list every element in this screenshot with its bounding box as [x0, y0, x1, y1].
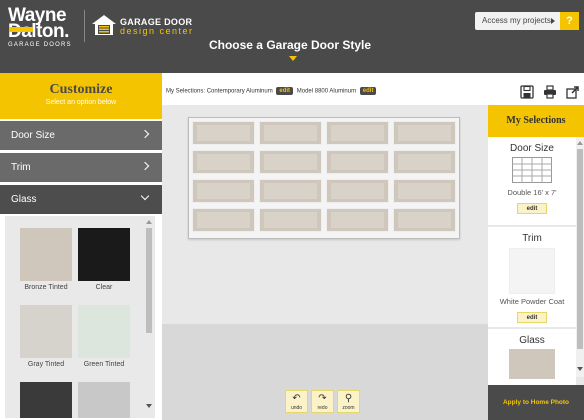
logo-divider [84, 10, 85, 42]
chevron-down-icon [140, 191, 150, 201]
glass-swatch-list: Bronze Tinted Clear Gray Tinted Green Ti… [5, 216, 155, 418]
garage-door-preview[interactable] [188, 117, 460, 239]
door-pane [326, 121, 389, 145]
door-pane [192, 150, 255, 174]
customize-title: Customize [49, 82, 113, 97]
option-label: Glass [11, 194, 37, 205]
redo-label: redo [317, 405, 328, 411]
undo-icon: ↶ [292, 393, 301, 404]
edit-door-size-button[interactable]: edit [517, 203, 547, 214]
swatch-bronze-tinted[interactable] [20, 228, 72, 281]
selection-card-door-size: Door Size Double 16' x 7' edit [488, 137, 576, 225]
chevron-right-icon [140, 129, 150, 139]
door-pane [192, 121, 255, 145]
door-pane [393, 208, 456, 232]
selection-style: Contemporary Aluminum [206, 88, 273, 95]
door-pane [259, 121, 322, 145]
option-label: Trim [11, 162, 31, 173]
access-projects-button[interactable]: Access my projects [475, 12, 565, 30]
door-pane [192, 179, 255, 203]
design-center-line2: design center [120, 26, 194, 36]
undo-label: undo [290, 405, 303, 411]
caret-right-icon [551, 18, 555, 24]
save-icon[interactable] [520, 85, 534, 99]
door-preview-stage [162, 105, 488, 420]
card-title: Trim [522, 233, 542, 244]
customize-panel: Customize Select an option below Door Si… [0, 73, 162, 420]
scroll-down-icon[interactable] [146, 404, 152, 408]
edit-trim-button[interactable]: edit [517, 312, 547, 323]
customize-subtitle: Select an option below [45, 99, 117, 106]
scroll-up-icon[interactable] [146, 220, 152, 224]
scroll-thumb[interactable] [577, 149, 583, 349]
door-pane [393, 150, 456, 174]
door-pane [393, 121, 456, 145]
card-title: Glass [519, 335, 545, 346]
share-icon[interactable] [566, 85, 580, 99]
print-icon[interactable] [543, 85, 557, 99]
scroll-thumb[interactable] [146, 228, 152, 333]
card-value: Double 16' x 7' [507, 188, 557, 197]
selections-bar: My Selections: Contemporary Aluminum edi… [162, 73, 488, 105]
title-caret-icon[interactable] [289, 56, 297, 61]
card-title: Door Size [510, 143, 554, 154]
redo-button[interactable]: ↷ redo [311, 390, 334, 413]
selection-card-glass: Glass [488, 329, 576, 385]
swatch-green-tinted[interactable] [78, 305, 130, 358]
swatch-label: Green Tinted [83, 361, 125, 368]
option-trim[interactable]: Trim [0, 153, 162, 182]
apply-to-home-photo-button[interactable]: Apply to Home Photo [488, 385, 584, 420]
door-pane [192, 208, 255, 232]
swatch-light[interactable] [78, 382, 130, 418]
brand-tagline: GARAGE DOORS [8, 42, 72, 48]
my-selections-panel: My Selections Door Size Double 16' x 7' … [488, 105, 584, 420]
undo-button[interactable]: ↶ undo [285, 390, 308, 413]
scroll-up-icon[interactable] [577, 141, 583, 145]
swatch-dark[interactable] [20, 382, 72, 418]
access-projects-label: Access my projects [482, 16, 551, 25]
door-pane [326, 179, 389, 203]
selections-scrollbar[interactable] [576, 137, 584, 377]
door-pane [259, 208, 322, 232]
door-pane [326, 150, 389, 174]
option-door-size[interactable]: Door Size [0, 121, 162, 150]
door-size-thumbnail [512, 157, 552, 183]
door-pane [259, 179, 322, 203]
option-glass[interactable]: Glass [0, 185, 162, 214]
garage-house-icon [92, 15, 116, 35]
swatch-gray-tinted[interactable] [20, 305, 72, 358]
selections-line: My Selections: Contemporary Aluminum edi… [166, 87, 378, 95]
selection-card-trim: Trim White Powder Coat edit [488, 227, 576, 327]
swatch-label: Gray Tinted [27, 361, 65, 368]
help-button[interactable]: ? [560, 12, 579, 30]
redo-icon: ↷ [318, 393, 327, 404]
zoom-button[interactable]: ⚲ zoom [337, 390, 360, 413]
edit-model-button[interactable]: edit [359, 87, 377, 95]
scroll-down-icon[interactable] [577, 367, 583, 371]
swatch-label: Clear [95, 284, 113, 291]
chevron-right-icon [140, 161, 150, 171]
zoom-label: zoom [342, 405, 355, 411]
my-selections-title: My Selections [488, 105, 584, 137]
trim-swatch [509, 248, 555, 294]
option-label: Door Size [11, 130, 55, 141]
edit-style-button[interactable]: edit [276, 87, 294, 95]
door-pane [393, 179, 456, 203]
logo-accent-bar [9, 27, 33, 32]
selection-model: Model 8800 Aluminum [296, 88, 357, 95]
header: Wayne Dalton. GARAGE DOORS GARAGE DOOR d… [0, 0, 584, 73]
door-pane [259, 150, 322, 174]
swatch-label: Bronze Tinted [24, 284, 68, 291]
selections-prefix: My Selections: [166, 88, 206, 95]
page-title: Choose a Garage Door Style [208, 38, 372, 52]
glass-swatch [509, 349, 555, 379]
magnifier-icon: ⚲ [344, 393, 353, 404]
design-center-logo: GARAGE DOOR design center [120, 17, 194, 36]
card-value: White Powder Coat [499, 297, 565, 306]
door-pane [326, 208, 389, 232]
customize-header: Customize Select an option below [0, 73, 162, 119]
swatch-clear[interactable] [78, 228, 130, 281]
glass-scrollbar[interactable] [145, 216, 153, 418]
